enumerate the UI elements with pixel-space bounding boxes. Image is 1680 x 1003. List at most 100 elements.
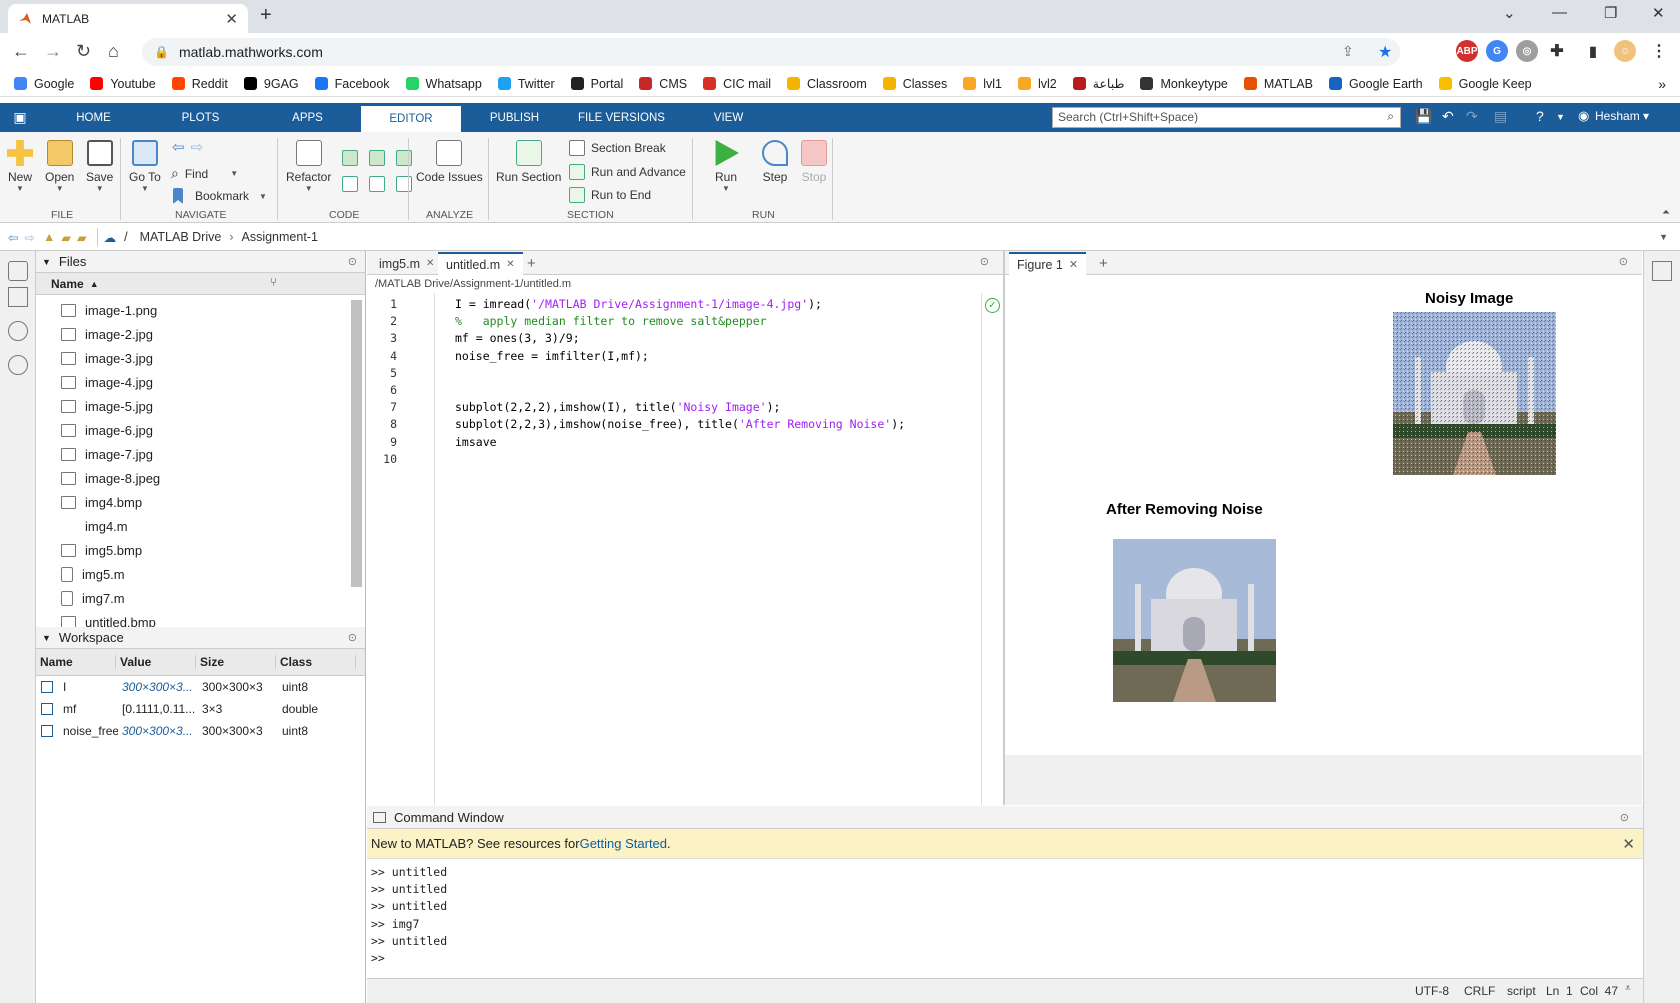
run-and-advance-button[interactable]: Run and Advance — [569, 164, 686, 180]
toolstrip-tab-editor[interactable]: EDITOR — [361, 106, 461, 132]
user-name[interactable]: Hesham ▾ — [1595, 109, 1649, 123]
close-tab-icon[interactable]: ✕ — [1069, 258, 1078, 271]
new-editor-tab-button[interactable]: + — [519, 252, 544, 275]
bookmark-item[interactable]: 9GAG — [243, 77, 299, 91]
save-file-button[interactable]: Save ▼ — [86, 140, 113, 193]
find-button[interactable]: ⌕ Find ▼ — [171, 165, 238, 182]
path-back-icon[interactable]: ⇦ — [8, 230, 18, 245]
bookmark-item[interactable]: lvl2 — [1017, 77, 1057, 91]
puzzle-icon[interactable]: ✚ — [1546, 40, 1568, 62]
close-notice-icon[interactable]: ✕ — [1622, 835, 1635, 853]
toolstrip-tab-publish[interactable]: PUBLISH — [461, 103, 568, 132]
file-list-item[interactable]: img4.bmp — [36, 490, 365, 514]
code-line[interactable]: I = imread('/MATLAB Drive/Assignment-1/i… — [455, 297, 822, 311]
property-inspector-icon[interactable] — [1652, 261, 1672, 281]
file-list-item[interactable]: image-5.jpg — [36, 394, 365, 418]
minimize-icon[interactable]: — — [1552, 4, 1567, 21]
address-bar[interactable]: 🔒 matlab.mathworks.com ★ ⇪ — [142, 38, 1400, 66]
translate-icon[interactable]: G — [1486, 40, 1508, 62]
extension-icon[interactable]: ◎ — [1516, 40, 1538, 62]
side-panel-icon[interactable]: ▮ — [1582, 40, 1604, 62]
code-line[interactable]: subplot(2,2,2),imshow(I), title('Noisy I… — [455, 400, 780, 414]
code-line[interactable]: % apply median filter to remove salt&pep… — [455, 314, 767, 328]
name-column[interactable]: Name — [51, 277, 84, 291]
file-list-item[interactable]: img7.m — [36, 586, 365, 610]
file-list-item[interactable]: image-3.jpg — [36, 346, 365, 370]
user-icon[interactable]: ◉ — [1578, 108, 1589, 124]
collapse-icon[interactable]: ▼ — [42, 633, 51, 643]
file-list-item[interactable]: image-1.png — [36, 298, 365, 322]
bookmark-item[interactable]: Google Keep — [1438, 77, 1532, 91]
goto-button[interactable]: Go To ▼ — [129, 140, 161, 193]
back-icon[interactable]: ← — [12, 41, 30, 62]
back-forward-nav[interactable]: ⇦ ⇨ — [172, 138, 203, 156]
files-panel-icon[interactable] — [8, 261, 28, 281]
indent-buttons[interactable] — [342, 176, 418, 192]
toolstrip-tab-view[interactable]: VIEW — [675, 103, 782, 132]
close-tab-icon[interactable]: ✕ — [426, 258, 434, 269]
close-window-icon[interactable]: ✕ — [1652, 4, 1665, 22]
browser-tab[interactable]: MATLAB ✕ — [8, 4, 248, 33]
status-menu-icon[interactable]: ⩡ — [1625, 983, 1631, 994]
file-list-item[interactable]: image-4.jpg — [36, 370, 365, 394]
forward-icon[interactable]: → — [44, 41, 62, 62]
path-folder[interactable]: Assignment-1 — [241, 230, 317, 244]
file-list-item[interactable]: img4.m — [36, 514, 365, 538]
bookmark-item[interactable]: طباعة — [1072, 76, 1124, 91]
code-line[interactable]: imsave — [455, 435, 497, 449]
smart-indent-icon[interactable] — [342, 176, 358, 192]
panel-menu-icon[interactable]: ⊙ — [1619, 255, 1628, 268]
path-forward-icon[interactable]: ⇨ — [24, 230, 34, 245]
workspace-row[interactable]: I 300×300×3... 300×300×3 uint8 — [36, 676, 365, 698]
file-list-item[interactable]: img5.m — [36, 562, 365, 586]
step-button[interactable]: Step — [762, 140, 788, 184]
history-panel-icon[interactable] — [8, 355, 28, 375]
file-list-item[interactable]: image-7.jpg — [36, 442, 365, 466]
editor-tab[interactable]: untitled.m ✕ — [438, 252, 523, 275]
increase-indent-icon[interactable] — [369, 176, 385, 192]
decrease-indent-icon[interactable] — [396, 176, 412, 192]
toolstrip-tab-apps[interactable]: APPS — [254, 103, 361, 132]
bookmark-item[interactable]: CMS — [639, 77, 687, 91]
toolstrip-tab-plots[interactable]: PLOTS — [147, 103, 254, 132]
new-figure-tab-button[interactable]: + — [1091, 252, 1116, 275]
wrap-comment-icon[interactable] — [396, 150, 412, 166]
figure-tab[interactable]: Figure 1 ✕ — [1009, 252, 1087, 275]
bookmark-item[interactable]: Reddit — [171, 77, 228, 91]
workspace-row[interactable]: mf [0.1111,0.11... 3×3 double — [36, 698, 365, 720]
eol-status[interactable]: CRLF — [1464, 984, 1495, 998]
ws-col-value[interactable]: Value — [116, 655, 196, 669]
code-area[interactable]: I = imread('/MATLAB Drive/Assignment-1/i… — [436, 293, 981, 805]
redo-icon[interactable]: ↷ — [1466, 108, 1478, 125]
reload-icon[interactable]: ↻ — [76, 41, 91, 62]
encoding-status[interactable]: UTF-8 — [1415, 984, 1449, 998]
bookmark-item[interactable]: Facebook — [314, 77, 390, 91]
bookmark-item[interactable]: Monkeytype — [1140, 77, 1228, 91]
new-folder-icon[interactable]: ▰ — [77, 230, 87, 245]
file-list-item[interactable]: image-8.jpeg — [36, 466, 365, 490]
open-button[interactable]: Open ▼ — [45, 140, 74, 193]
project-panel-icon[interactable] — [8, 321, 28, 341]
bookmark-item[interactable]: Classroom — [787, 77, 867, 91]
path-dropdown-icon[interactable]: ▼ — [1659, 232, 1668, 242]
files-column-header[interactable]: Name ▲ ⑂ — [36, 273, 365, 295]
toolstrip-tab-home[interactable]: HOME — [40, 103, 147, 132]
save-icon[interactable]: 💾 — [1415, 108, 1432, 125]
profile-avatar[interactable]: ☺ — [1614, 40, 1636, 62]
panel-menu-icon[interactable]: ⊙ — [348, 255, 357, 268]
collapse-icon[interactable]: ▼ — [42, 257, 51, 267]
file-list-item[interactable]: image-6.jpg — [36, 418, 365, 442]
matlab-layout-icon[interactable]: ▣ — [0, 103, 40, 132]
path-drive[interactable]: MATLAB Drive — [140, 230, 222, 244]
code-line[interactable]: noise_free = imfilter(I,mf); — [455, 349, 649, 363]
tab-search-icon[interactable]: ⌄ — [1503, 4, 1516, 22]
panel-menu-icon[interactable]: ⊙ — [348, 631, 357, 644]
run-to-end-button[interactable]: Run to End — [569, 187, 651, 203]
code-format-buttons[interactable] — [342, 150, 418, 166]
help-dropdown-icon[interactable]: ▼ — [1556, 112, 1565, 122]
new-tab-button[interactable]: + — [260, 4, 272, 27]
maximize-icon[interactable]: ❐ — [1604, 4, 1617, 22]
stop-button[interactable]: Stop — [801, 140, 827, 184]
bookmark-item[interactable]: Whatsapp — [405, 77, 482, 91]
run-button[interactable]: Run ▼ — [713, 140, 739, 193]
